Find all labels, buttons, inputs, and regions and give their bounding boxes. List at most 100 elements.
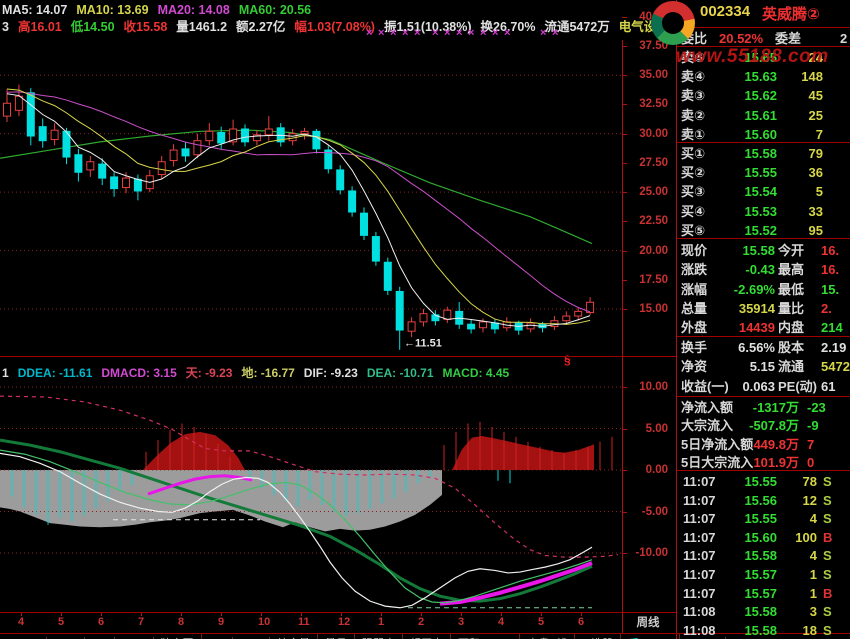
price-readout: 高16.01 — [17, 20, 62, 34]
tick-flag: S — [823, 548, 832, 564]
chart-divider — [0, 356, 676, 357]
tick-volume: 12 — [802, 492, 817, 508]
order-book-row[interactable]: 买③ 15.54 5 — [677, 182, 850, 201]
tick-row: 11:07 15.55 78 S — [677, 472, 850, 491]
fund-flow-row: 净流入额 -1317万 -23 — [677, 398, 850, 417]
month-label: 12 — [338, 616, 351, 628]
axis-tick — [421, 613, 422, 616]
stat-row: 外盘 14439 内盘 214 — [677, 318, 850, 337]
tab-大盘T线[interactable]: 大盘T线 — [520, 634, 576, 639]
x-marker: × — [366, 27, 373, 39]
stock-name[interactable]: 英威腾② — [762, 3, 820, 24]
stat-row: 涨跌 -0.43 最高 16. — [677, 260, 850, 279]
tab-超买卖[interactable]: 超买卖 — [403, 634, 452, 639]
stock-code[interactable]: 002334 — [700, 3, 750, 20]
x-marker: × — [492, 27, 499, 39]
tick-time: 11:07 — [683, 529, 716, 545]
month-label: 6 — [98, 616, 105, 628]
tick-volume: 1 — [809, 567, 817, 582]
tick-row: 11:07 15.57 1 B — [677, 584, 850, 603]
tick-time: 11:07 — [683, 492, 716, 508]
tick-volume: 78 — [802, 474, 817, 489]
stat-value: -2.69% — [733, 281, 775, 297]
tick-flag: S — [823, 567, 832, 582]
level-volume: 33 — [808, 203, 823, 219]
tab-强弱度[interactable]: 强弱度 — [355, 634, 404, 639]
tick-time: 11:07 — [683, 511, 716, 527]
stat-row: 现价 15.58 今开 16. — [677, 241, 850, 260]
stat-label: PE(动) — [778, 378, 818, 394]
level-label: 卖① — [681, 126, 706, 142]
order-book-row[interactable]: 卖② 15.61 25 — [677, 106, 850, 125]
stat-value: 6.56% — [738, 340, 775, 355]
stat-label: 流通 — [778, 359, 805, 375]
order-book-row[interactable]: 买② 15.55 36 — [677, 163, 850, 182]
price-axis-label: 17.50 — [639, 273, 668, 286]
tab-综合量[interactable]: 综合量 — [270, 634, 319, 639]
ma-readout: MA60: 20.56 — [238, 3, 312, 17]
macd-axis-label: -5.00 — [641, 505, 668, 518]
order-book-row[interactable]: 买① 15.58 79 — [677, 144, 850, 163]
axis-tick — [301, 613, 302, 616]
flow-value: 449.8万 — [753, 436, 799, 452]
period-label[interactable]: 周线 — [623, 613, 673, 633]
x-marker: × — [456, 27, 463, 39]
tick-volume: 18 — [802, 622, 817, 638]
tick-flag: S — [823, 492, 832, 508]
watermark: www.55188.com — [676, 46, 829, 67]
tick-volume: 4 — [809, 511, 817, 527]
order-book-row[interactable]: 买⑤ 15.52 95 — [677, 221, 850, 240]
price-axis-label: 27.50 — [639, 156, 668, 169]
stat-value: 214 — [821, 320, 843, 336]
tab-M选股[interactable]: M选股 — [575, 634, 622, 639]
divider — [677, 238, 850, 239]
ma-info-bar: MA5: 14.07 MA10: 13.69 MA20: 14.08 MA60: 20… — [2, 1, 320, 17]
order-book-row[interactable]: 卖④ 15.63 148 — [677, 67, 850, 86]
stat-value: 61 — [821, 378, 836, 394]
macd-axis-label: 0.00 — [645, 464, 668, 476]
tick-time: 11:07 — [683, 548, 716, 564]
ma-readout: MA5: 14.07 — [2, 3, 68, 17]
tab-狼之图[interactable]: 狼之图 — [154, 634, 202, 639]
flow-extra: -23 — [807, 400, 826, 415]
order-book-row[interactable]: 卖① 15.60 7 — [677, 125, 850, 144]
x-marker: × — [402, 27, 409, 39]
stat-label: 量比 — [778, 300, 805, 316]
axis-divider — [622, 40, 623, 633]
level-volume: 79 — [808, 146, 823, 161]
x-marker: × — [540, 27, 547, 39]
tab-两和MACD[interactable]: 两和MACD — [451, 634, 521, 639]
stat-label: 最高 — [778, 262, 805, 278]
price-axis-label: 32.50 — [639, 98, 668, 111]
axis-tick — [21, 613, 22, 616]
level-label: 卖④ — [681, 69, 706, 85]
level-volume: 25 — [808, 107, 823, 123]
order-book-row[interactable]: 买④ 15.53 33 — [677, 202, 850, 221]
axis-tick — [141, 613, 142, 616]
price-axis-label: 25.00 — [639, 186, 668, 199]
price-axis-label: 35.00 — [639, 69, 668, 82]
tick-time: 11:08 — [683, 622, 716, 638]
stat-value: 35914 — [738, 300, 775, 316]
tab-反MACD[interactable]: 反MACD — [621, 634, 680, 639]
price-info-bar: 3 高16.01 低14.50 收15.58 量1461.2 额2.27亿 幅1.03(7.… — [2, 16, 678, 34]
macd-axis-label: -10.00 — [635, 547, 668, 559]
tick-time: 11:08 — [683, 604, 716, 620]
order-book-row[interactable]: 卖③ 15.62 45 — [677, 86, 850, 105]
tick-volume: 4 — [809, 548, 817, 564]
trading-terminal: MA5: 14.07 MA10: 13.69 MA20: 14.08 MA60: 20… — [0, 0, 850, 639]
price-axis-label: 20.00 — [639, 244, 668, 257]
main-chart[interactable]: ←11.51 — [0, 40, 622, 358]
tick-row: 11:08 15.58 18 S — [677, 621, 850, 639]
tab-量昌[interactable]: 量昌 — [318, 634, 356, 639]
flow-value: -507.8万 — [749, 418, 799, 434]
axis-tick — [261, 613, 262, 616]
stat-label: 涨幅 — [681, 281, 708, 297]
flow-extra: -9 — [807, 418, 819, 434]
price-readout: 收15.58 — [123, 20, 168, 34]
tick-flag: S — [823, 604, 832, 620]
tick-flag: S — [823, 622, 832, 638]
x-marker: × — [552, 27, 559, 39]
macd-panel[interactable] — [0, 378, 622, 612]
month-label: 9 — [218, 616, 225, 628]
